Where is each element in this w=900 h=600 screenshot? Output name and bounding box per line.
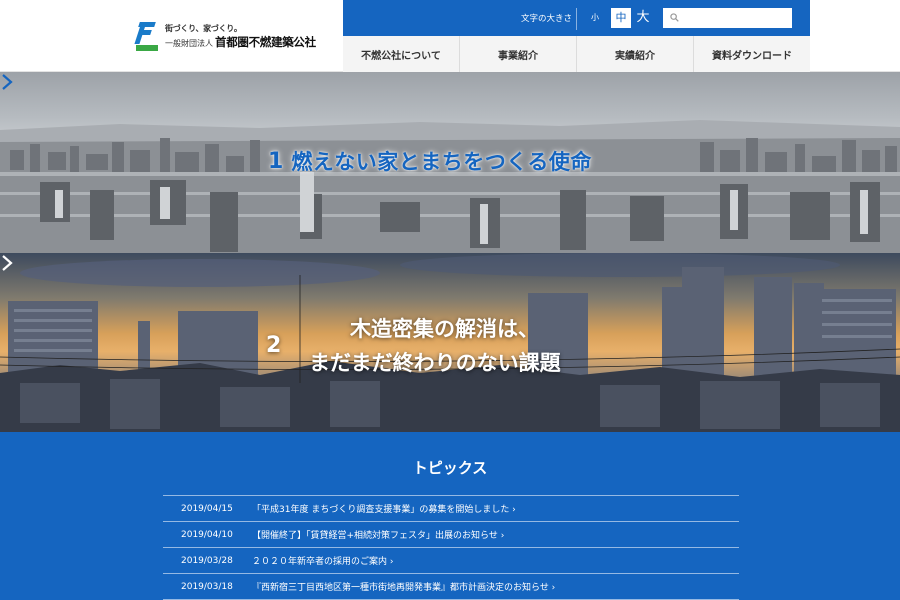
topic-item[interactable]: 2019/04/15 「平成31年度 まちづくり調査支援事業」の募集を開始しまし…	[163, 496, 739, 522]
logo-org-name: 首都圏不燃建築公社	[215, 35, 316, 50]
hero-mission-number: 1	[268, 148, 284, 174]
logo-tagline: 街づくり、家づくり。	[165, 24, 242, 34]
hero-mission-caption: 1 燃えない家とまちをつくる使命	[268, 146, 592, 176]
hero-density-line1: 木造密集の解消は、	[350, 317, 539, 341]
font-size-small-button[interactable]: 小	[591, 12, 599, 23]
logo-mark-icon	[134, 22, 158, 52]
chevron-right-icon	[2, 74, 13, 90]
nav-item-about[interactable]: 不燃公社について	[343, 36, 459, 72]
topics-title: トピックス	[412, 459, 488, 477]
utility-bar: 文字の大きさ 小 中 大	[343, 0, 810, 36]
topic-link[interactable]: 【開催終了】「賃貸経営+相続対策フェスタ」出展のお知らせ ›	[247, 528, 504, 541]
logo-org-prefix: 一般財団法人	[165, 39, 213, 49]
chevron-right-icon	[2, 255, 13, 271]
topic-date: 2019/04/15	[181, 503, 233, 514]
topic-item[interactable]: 2019/03/18 『西新宿三丁目西地区第一種市街地再開発事業』都市計画決定の…	[163, 574, 739, 600]
topic-link[interactable]: ２０２０年新卒者の採用のご案内 ›	[247, 554, 393, 567]
nav-item-downloads[interactable]: 資料ダウンロード	[693, 36, 810, 72]
search-icon	[670, 13, 679, 22]
nav-item-achievements[interactable]: 実績紹介	[576, 36, 693, 72]
topics-list: 2019/04/15 「平成31年度 まちづくり調査支援事業」の募集を開始しまし…	[163, 495, 739, 600]
nav-item-business[interactable]: 事業紹介	[459, 36, 576, 72]
main-nav: 不燃公社について 事業紹介 実績紹介 資料ダウンロード	[343, 36, 810, 72]
topic-link[interactable]: 「平成31年度 まちづくり調査支援事業」の募集を開始しました ›	[247, 502, 516, 515]
font-size-large-button[interactable]: 大	[633, 8, 653, 28]
site-logo[interactable]: 街づくり、家づくり。 一般財団法人 首都圏不燃建築公社	[134, 20, 316, 54]
site-header: 街づくり、家づくり。 一般財団法人 首都圏不燃建築公社 文字の大きさ 小 中 大…	[0, 0, 900, 72]
logo-text: 街づくり、家づくり。 一般財団法人 首都圏不燃建築公社	[165, 25, 316, 49]
font-size-label: 文字の大きさ	[521, 14, 573, 24]
hero-panel-mission[interactable]: 1 燃えない家とまちをつくる使命	[0, 72, 900, 253]
topic-date: 2019/03/28	[181, 555, 233, 566]
search-input[interactable]	[663, 8, 792, 28]
hero-panel-density[interactable]: 2 木造密集の解消は、 まだまだ終わりのない課題	[0, 253, 900, 432]
font-size-medium-button[interactable]: 中	[611, 8, 631, 28]
hero-mission-title: 燃えない家とまちをつくる使命	[291, 150, 592, 174]
hero-density-line2: まだまだ終わりのない課題	[309, 351, 561, 375]
topics-section: トピックス 2019/04/15 「平成31年度 まちづくり調査支援事業」の募集…	[0, 432, 900, 600]
topic-date: 2019/03/18	[181, 581, 233, 592]
hero-density-number: 2	[266, 333, 282, 358]
topic-date: 2019/04/10	[181, 529, 233, 540]
utility-divider	[576, 8, 577, 30]
topic-link[interactable]: 『西新宿三丁目西地区第一種市街地再開発事業』都市計画決定のお知らせ ›	[247, 580, 555, 593]
topic-item[interactable]: 2019/04/10 【開催終了】「賃貸経営+相続対策フェスタ」出展のお知らせ …	[163, 522, 739, 548]
topic-item[interactable]: 2019/03/28 ２０２０年新卒者の採用のご案内 ›	[163, 548, 739, 574]
